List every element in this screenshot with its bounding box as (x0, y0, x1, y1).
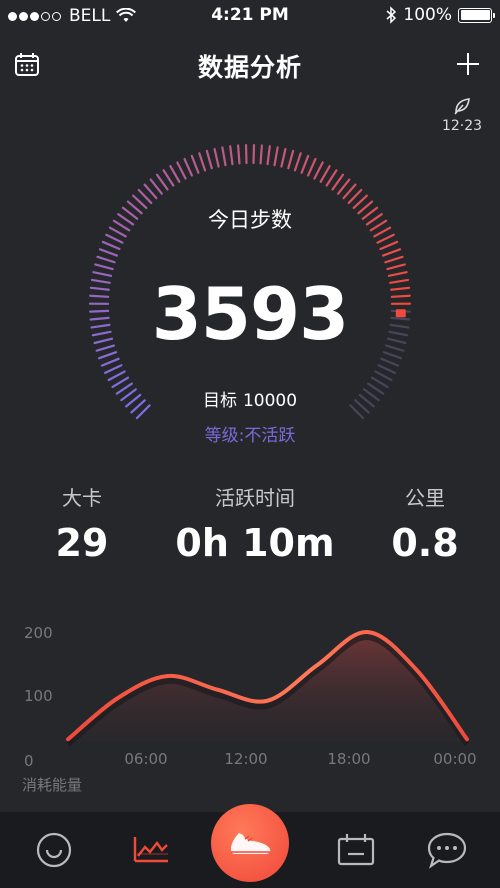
goal-value: 10000 (242, 391, 298, 411)
stat-label: 活跃时间 (215, 486, 295, 510)
y-tick-label: 100 (24, 687, 53, 705)
date-chip[interactable]: 12·23 (438, 96, 486, 134)
plus-icon[interactable] (454, 50, 482, 78)
gauge-tick (380, 357, 400, 367)
y-axis-label: 消耗能量 (22, 776, 82, 794)
shoe-icon (231, 833, 271, 854)
x-tick-label: 18:00 (327, 750, 370, 768)
battery-percent: 100% (403, 5, 452, 25)
gauge-tick (386, 263, 406, 271)
gauge-tick (319, 165, 331, 183)
gauge-tick (190, 154, 200, 174)
gauge-tick (221, 146, 227, 167)
chat-icon[interactable] (425, 828, 469, 872)
status-bar: BELL 4:21 PM 100% (0, 0, 500, 32)
gauge-tick (229, 145, 234, 166)
gauge-tick (176, 161, 187, 180)
goal-label: 目标 (202, 391, 237, 411)
gauge-tick (273, 146, 279, 167)
gauge-tick (313, 161, 324, 180)
gauge-tick (205, 149, 213, 170)
y-tick-label: 0 (24, 752, 34, 770)
battery-icon (458, 7, 495, 23)
gauge-tick (280, 147, 287, 168)
gauge-tick (143, 183, 158, 200)
steps-value: 3593 (151, 272, 349, 356)
gauge-tick (213, 147, 220, 168)
gauge-tick (162, 169, 175, 187)
stat-value: 0.8 (391, 521, 459, 565)
gauge-tick (325, 169, 338, 187)
gauge-tick (384, 255, 404, 264)
gauge-tick (266, 145, 271, 166)
gauge-tick (382, 248, 402, 257)
goal-text: 目标 10000 (0, 386, 500, 411)
gauge-tick (287, 149, 295, 170)
gauge-tick (183, 157, 193, 177)
steps-label: 今日步数 (208, 208, 292, 232)
gauge-tick (149, 178, 163, 195)
gauge-tick (374, 370, 393, 382)
shoe-button[interactable] (211, 804, 289, 882)
gauge-tick (104, 364, 123, 374)
gauge-tick (376, 233, 395, 244)
gauge-tick (377, 364, 396, 374)
gauge-tick (347, 188, 363, 205)
x-tick-label: 12:00 (224, 750, 267, 768)
gauge-tick (101, 240, 121, 251)
x-tick-label: 00:00 (433, 750, 476, 768)
smile-icon[interactable] (32, 828, 76, 872)
gauge-tick (105, 233, 124, 244)
gauge-tick (237, 144, 241, 165)
gauge-tick (342, 183, 357, 200)
bluetooth-icon (386, 6, 397, 24)
x-tick-label: 06:00 (124, 750, 167, 768)
stat-label: 大卡 (62, 486, 102, 510)
chart-icon[interactable] (128, 828, 172, 872)
chart-area (68, 631, 467, 742)
leaf-icon (454, 98, 470, 115)
status-right: 100% (385, 5, 495, 25)
activity-level: 等级:不活跃 (204, 426, 296, 446)
gauge-tick (379, 240, 399, 251)
page-title: 数据分析 (197, 53, 302, 82)
gauge-tick (300, 154, 310, 174)
gauge-tick (137, 188, 153, 205)
gauge-tick (107, 370, 126, 382)
stat-label: 公里 (405, 486, 445, 510)
stat-distance: 公里 0.8 (370, 482, 480, 565)
gauge-tick (155, 173, 169, 191)
gauge-tick (293, 152, 302, 172)
gauge-tick (307, 157, 317, 177)
gauge-tick (94, 263, 114, 271)
y-tick-label: 200 (24, 624, 53, 642)
stat-value: 0h 10m (175, 521, 335, 565)
stat-active-time: 活跃时间 0h 10m (160, 482, 350, 565)
nav-bar: 数据分析 (0, 40, 500, 88)
gauge-tick (337, 178, 351, 195)
gauge-tick (259, 144, 263, 165)
stats-row: 大卡 29 活跃时间 0h 10m 公里 0.8 (0, 482, 500, 572)
stat-value: 29 (55, 521, 109, 565)
gauge-tick (169, 165, 181, 183)
gauge-tick (96, 255, 116, 264)
gauge-tick (100, 357, 120, 367)
gauge-tick (331, 173, 345, 191)
energy-chart: 200 100 0 06:00 12:00 18:00 00:00 消耗能量 (22, 624, 477, 794)
gauge-tick (98, 248, 118, 257)
gauge-tick (198, 152, 207, 172)
stat-calories: 大卡 29 (30, 482, 134, 565)
calendar-card-icon[interactable] (334, 828, 378, 872)
